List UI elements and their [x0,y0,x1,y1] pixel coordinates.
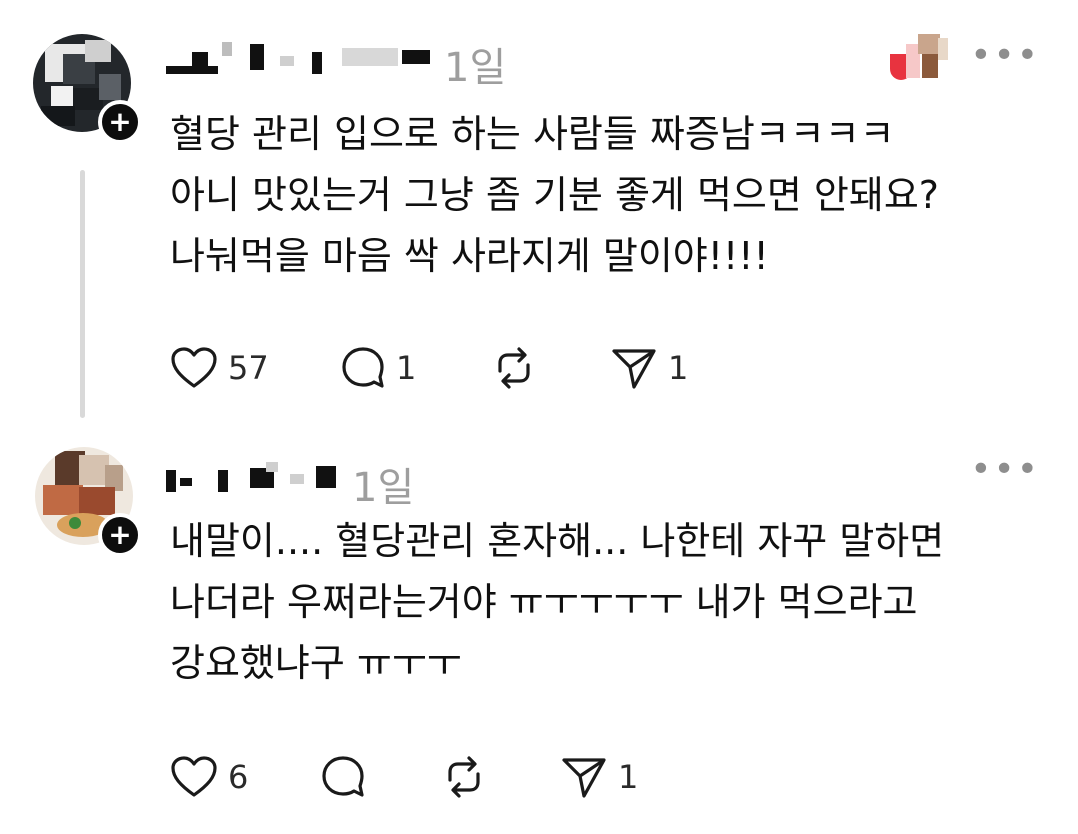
post-1: + 1일 ••• 혈당 관리 입으로 하는 사람들 짜증남ㅋㅋㅋㅋ 아니 맛있는… [0,0,1078,430]
heart-icon [170,755,218,799]
avatar-pixel [69,517,81,529]
comment-icon [340,345,386,391]
avatar-pixel [41,106,75,126]
avatar-pixel [43,485,83,515]
reply-button[interactable] [320,752,366,802]
send-icon [610,345,658,391]
repost-button[interactable] [440,752,488,802]
thread-line [80,170,85,418]
avatar-pixel [51,86,73,106]
share-count: 1 [618,758,639,796]
post-time: 1일 [444,45,507,91]
share-count: 1 [668,349,689,387]
more-icon[interactable]: ••• [970,452,1040,488]
avatar-pixel [85,40,111,62]
post-text: 혈당 관리 입으로 하는 사람들 짜증남ㅋㅋㅋㅋ 아니 맛있는거 그냥 좀 기분… [170,112,939,278]
reply-count: 1 [396,349,417,387]
follow-plus-icon[interactable]: + [98,513,142,557]
like-count: 6 [228,758,249,796]
username-redacted[interactable] [166,458,346,498]
comment-icon [320,754,366,800]
more-icon[interactable]: ••• [970,38,1040,74]
share-button[interactable]: 1 [560,752,638,802]
post-text: 내말이.... 혈당관리 혼자해... 나한테 자꾸 말하면 나더라 우쩌라는거… [170,519,945,685]
heart-icon [170,346,218,390]
repost-icon [440,754,488,800]
avatar-pixel [79,487,115,515]
like-button[interactable]: 57 [170,343,269,393]
post-time: 1일 [352,465,415,511]
like-count: 57 [228,349,269,387]
share-button[interactable]: 1 [610,343,688,393]
username-redacted[interactable] [166,40,436,80]
post-2: + 1일 ••• 내말이.... 혈당관리 혼자해... 나한테 자꾸 말하면 … [0,430,1078,834]
repost-button[interactable] [490,343,538,393]
avatar-pixel [99,74,121,100]
reply-button[interactable]: 1 [340,343,416,393]
send-icon [560,754,608,800]
repost-icon [490,345,538,391]
redacted-badge-image [888,34,950,86]
follow-plus-icon[interactable]: + [98,100,142,144]
like-button[interactable]: 6 [170,752,248,802]
